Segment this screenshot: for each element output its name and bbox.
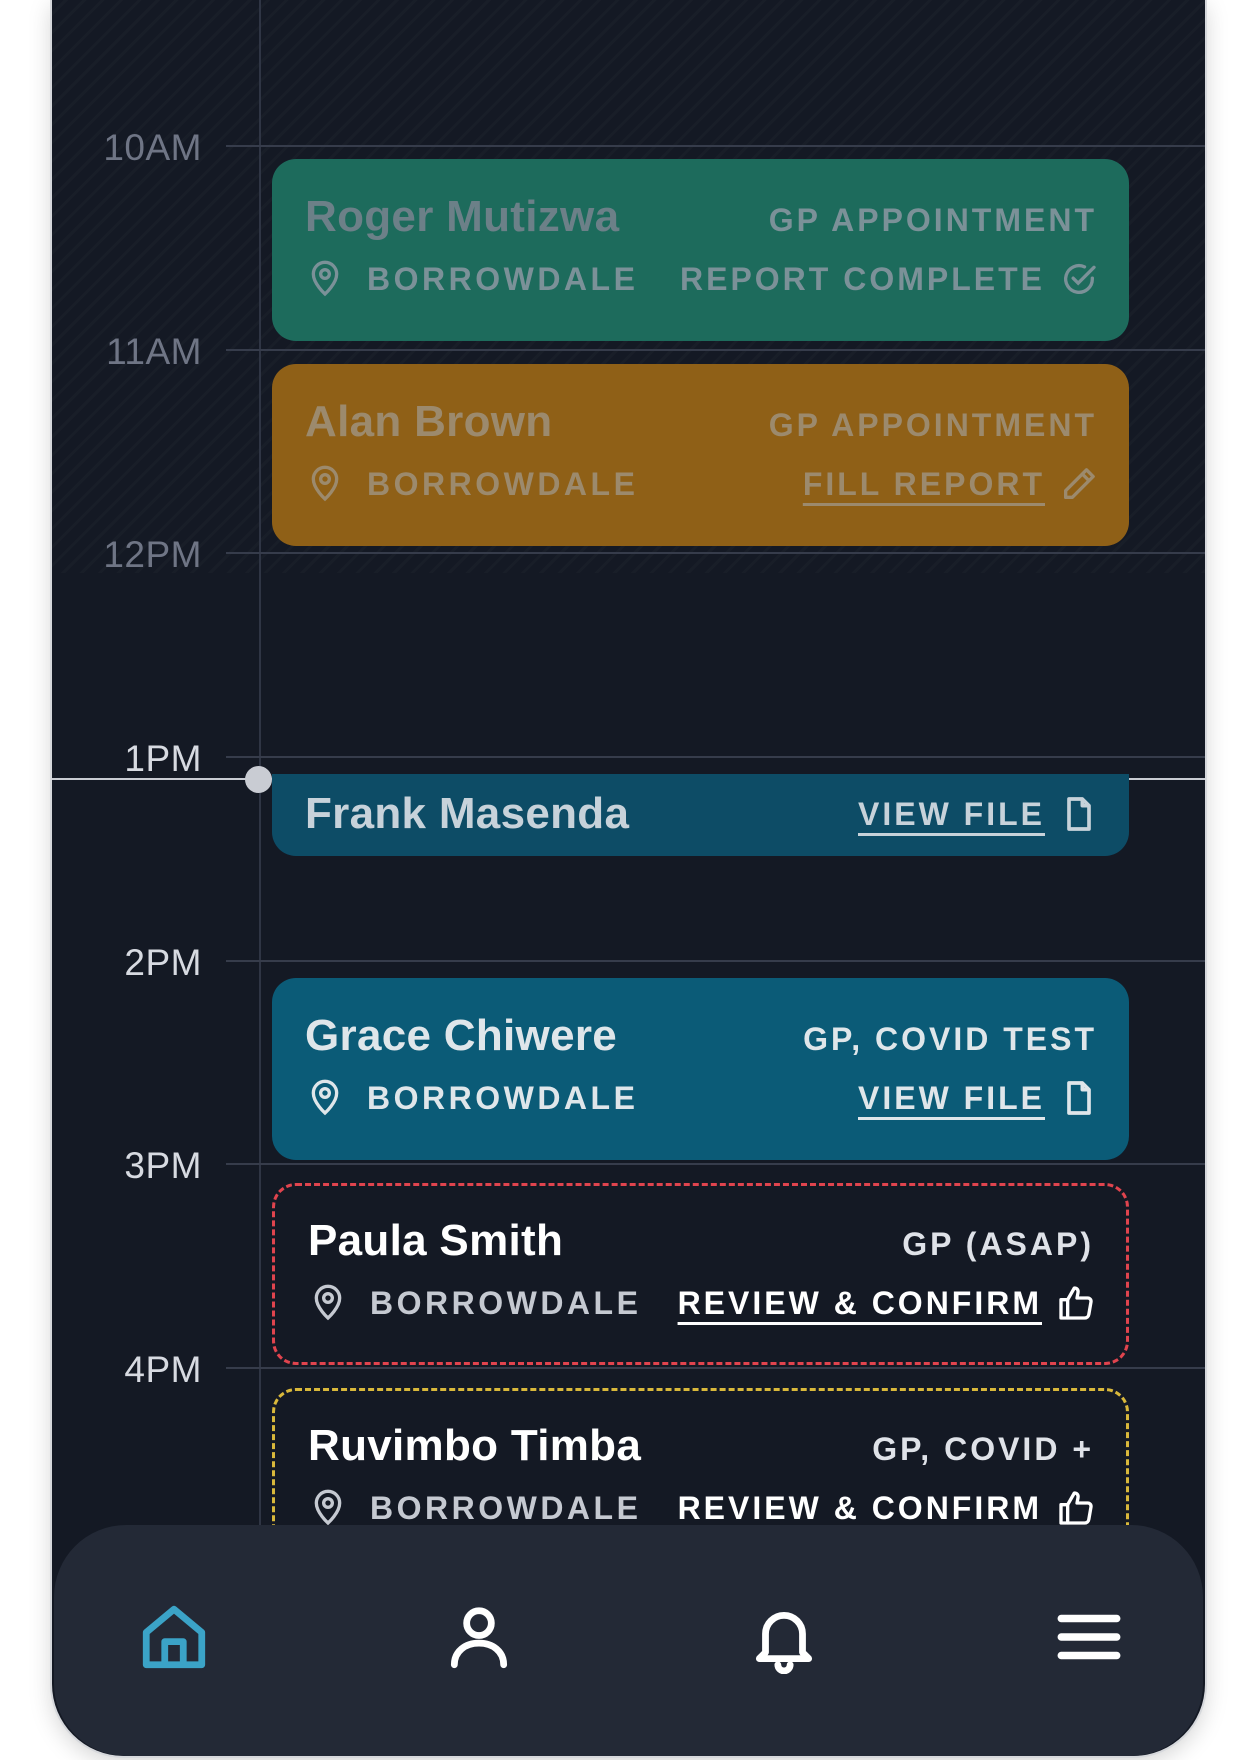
time-label: 4PM	[124, 1349, 202, 1390]
location-pin-icon	[305, 464, 345, 504]
action-label[interactable]: REVIEW & CONFIRM	[678, 1490, 1042, 1527]
hour-line	[226, 145, 1205, 147]
appointment-card[interactable]: Alan Brown GP APPOINTMENT BORROWDALE FIL…	[272, 364, 1129, 546]
hour-line	[226, 552, 1205, 554]
appointment-card[interactable]: Frank Masenda VIEW FILE	[272, 774, 1129, 856]
review-confirm-link[interactable]: REVIEW & CONFIRM	[678, 1283, 1096, 1323]
file-icon[interactable]	[1059, 794, 1099, 834]
patient-name: Paula Smith	[308, 1216, 564, 1265]
time-label: 2PM	[124, 942, 202, 983]
action-label[interactable]: VIEW FILE	[858, 1080, 1045, 1117]
patient-name: Ruvimbo Timba	[308, 1421, 642, 1470]
appointment-card[interactable]: Paula Smith GP (ASAP) BORROWDALE REVIEW …	[272, 1183, 1129, 1365]
location-text: BORROWDALE	[370, 1489, 642, 1526]
thumbs-up-icon[interactable]	[1056, 1488, 1096, 1528]
appointment-type: GP (ASAP)	[902, 1226, 1094, 1262]
report-complete-status: REPORT COMPLETE	[680, 259, 1099, 299]
home-icon[interactable]	[137, 1600, 211, 1674]
action-label: REPORT COMPLETE	[679, 260, 1045, 297]
pencil-icon[interactable]	[1059, 464, 1099, 504]
hour-line	[226, 1163, 1205, 1165]
location-pin-icon	[308, 1283, 348, 1323]
current-time-dot	[245, 766, 272, 793]
time-label: 11AM	[106, 331, 202, 372]
hour-line	[226, 756, 1205, 758]
fill-report-link[interactable]: FILL REPORT	[803, 464, 1099, 504]
hour-line	[226, 349, 1205, 351]
location-pin-icon	[308, 1488, 348, 1528]
action-label[interactable]: VIEW FILE	[858, 796, 1045, 833]
location: BORROWDALE	[305, 1078, 638, 1118]
appointment-type: GP, COVID TEST	[803, 1021, 1097, 1057]
nav-menu[interactable]	[1049, 1597, 1129, 1677]
hour-line	[226, 1367, 1205, 1369]
nav-profile[interactable]	[439, 1597, 519, 1677]
user-icon[interactable]	[442, 1600, 516, 1674]
location-text: BORROWDALE	[370, 1284, 642, 1321]
location: BORROWDALE	[305, 464, 638, 504]
patient-name: Grace Chiwere	[305, 1011, 618, 1060]
location-text: BORROWDALE	[367, 260, 639, 297]
bottom-nav	[54, 1525, 1203, 1756]
bell-icon[interactable]	[747, 1600, 821, 1674]
time-label: 12PM	[103, 534, 202, 575]
view-file-link[interactable]: VIEW FILE	[858, 794, 1099, 834]
patient-name: Frank Masenda	[305, 789, 630, 838]
appointment-type: GP, COVID +	[872, 1431, 1094, 1467]
check-circle-icon	[1059, 259, 1099, 299]
patient-name: Roger Mutizwa	[305, 192, 620, 241]
appointment-card[interactable]: Grace Chiwere GP, COVID TEST BORROWDALE …	[272, 978, 1129, 1160]
location: BORROWDALE	[305, 259, 638, 299]
thumbs-up-icon[interactable]	[1056, 1283, 1096, 1323]
time-label: 3PM	[124, 1145, 202, 1186]
menu-icon[interactable]	[1052, 1600, 1126, 1674]
location: BORROWDALE	[308, 1283, 641, 1323]
appointment-card[interactable]: Roger Mutizwa GP APPOINTMENT BORROWDALE …	[272, 159, 1129, 341]
review-confirm-link[interactable]: REVIEW & CONFIRM	[678, 1488, 1096, 1528]
action-label[interactable]: FILL REPORT	[803, 466, 1045, 503]
view-file-link[interactable]: VIEW FILE	[858, 1078, 1099, 1118]
location-pin-icon	[305, 259, 345, 299]
patient-name: Alan Brown	[305, 397, 553, 446]
location-pin-icon	[305, 1078, 345, 1118]
hour-line	[226, 960, 1205, 962]
location-text: BORROWDALE	[367, 465, 639, 502]
phone-screen: 10AM 11AM 12PM 1PM 2PM 3PM 4PM Roger Mut…	[52, 0, 1205, 1756]
action-label[interactable]: REVIEW & CONFIRM	[678, 1285, 1042, 1322]
time-label: 1PM	[124, 738, 202, 779]
location: BORROWDALE	[308, 1488, 641, 1528]
nav-notifications[interactable]	[744, 1597, 824, 1677]
appointment-type: GP APPOINTMENT	[768, 407, 1097, 443]
location-text: BORROWDALE	[367, 1079, 639, 1116]
time-label: 10AM	[103, 127, 202, 168]
file-icon[interactable]	[1059, 1078, 1099, 1118]
appointment-type: GP APPOINTMENT	[768, 202, 1097, 238]
nav-home[interactable]	[134, 1597, 214, 1677]
